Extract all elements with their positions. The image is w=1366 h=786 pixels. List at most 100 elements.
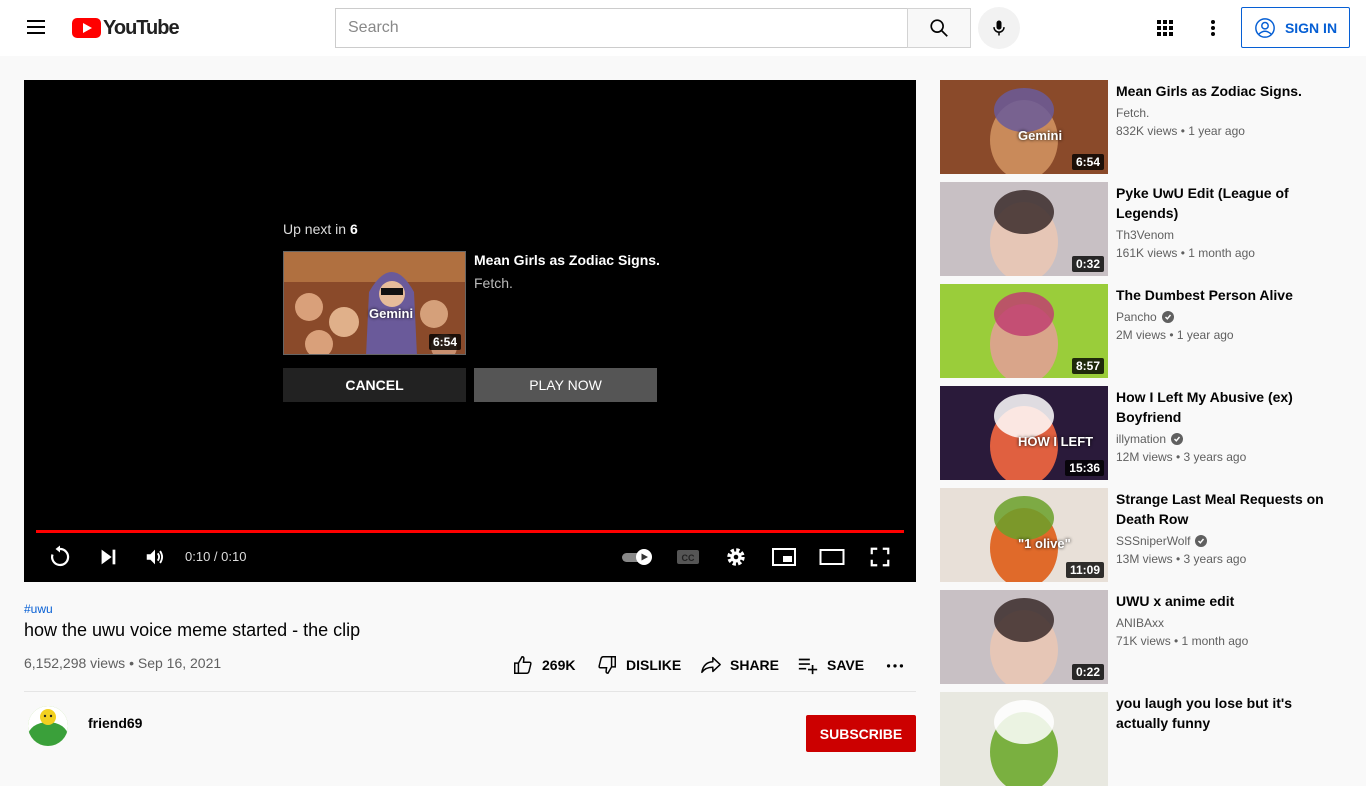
autoplay-toggle[interactable] <box>618 542 658 572</box>
closed-captions-icon: CC <box>677 550 699 564</box>
subtitles-button[interactable]: CC <box>674 542 702 572</box>
recommendation-meta: 12M views • 3 years ago <box>1116 450 1247 464</box>
miniplayer-button[interactable] <box>770 542 798 572</box>
dislike-button[interactable]: DISLIKE <box>596 652 681 678</box>
up-next-thumb-caption: Gemini <box>369 306 414 321</box>
recommendation-thumbnail[interactable]: HOW I LEFT 15:36 <box>940 386 1108 480</box>
like-button[interactable]: 269K <box>512 652 575 678</box>
verified-icon <box>1161 311 1174 323</box>
recommendation-item[interactable]: "1 olive" 11:09 Strange Last Meal Requests… <box>940 488 1340 582</box>
share-icon <box>701 656 721 674</box>
microphone-icon <box>993 20 1005 36</box>
more-horiz-icon <box>886 664 904 668</box>
recommendation-thumb-caption: HOW I LEFT <box>1018 434 1094 449</box>
hashtag-link[interactable]: #uwu <box>24 602 53 616</box>
recommendation-channel-name: Pancho <box>1116 310 1157 324</box>
search-input[interactable]: Search <box>335 8 908 48</box>
voice-search-button[interactable] <box>978 7 1020 49</box>
recommendation-channel-name: Fetch. <box>1116 106 1150 120</box>
recommendation-item[interactable]: HOW I LEFT 15:36 How I Left My Abusive (ex… <box>940 386 1340 480</box>
sign-in-label: SIGN IN <box>1284 19 1338 36</box>
video-player[interactable]: Up next in 6 Gemini 6:54 Mean Girls as Z… <box>24 80 916 582</box>
recommendation-meta: 2M views • 1 year ago <box>1116 328 1234 342</box>
next-button[interactable] <box>94 542 122 572</box>
search-button[interactable] <box>907 8 971 48</box>
recommendation-channel[interactable]: Pancho <box>1116 310 1174 324</box>
recommendation-item[interactable]: 0:22 UWU x anime edit ANIBAxx 71K views • 1… <box>940 590 1340 684</box>
recommendation-thumbnail[interactable] <box>940 692 1108 786</box>
verified-icon <box>1171 433 1184 445</box>
volume-button[interactable] <box>141 542 169 572</box>
cancel-button[interactable]: CANCEL <box>283 368 466 402</box>
recommendation-thumbnail[interactable]: "1 olive" 11:09 <box>940 488 1108 582</box>
recommendation-channel[interactable]: illymation <box>1116 432 1184 446</box>
recommendation-duration: 11:09 <box>1065 562 1104 578</box>
recommendation-channel[interactable]: Fetch. <box>1116 106 1149 120</box>
verified-icon <box>1195 535 1208 547</box>
recommendation-channel[interactable]: ANIBAxx <box>1116 616 1164 630</box>
thumbs-down-icon <box>598 656 616 674</box>
up-next-overlay: Up next in 6 Gemini 6:54 Mean Girls as Z… <box>283 221 663 402</box>
recommendation-thumbnail[interactable]: 0:32 <box>940 182 1108 276</box>
youtube-logo[interactable]: YouTube <box>72 16 180 39</box>
recommendation-duration: 0:22 <box>1071 664 1104 680</box>
recommendation-title[interactable]: How I Left My Abusive (ex) Boyfriend <box>1116 387 1330 427</box>
recommendation-meta: 71K views • 1 month ago <box>1116 634 1249 648</box>
miniplayer-icon <box>772 548 796 566</box>
share-button[interactable]: SHARE <box>700 652 779 678</box>
settings-more-button[interactable] <box>1200 15 1226 41</box>
play-now-button[interactable]: PLAY NOW <box>474 368 657 402</box>
recommendation-thumb-caption: "1 olive" <box>1018 536 1071 551</box>
recommendation-title-line: actually funny <box>1116 715 1211 731</box>
recommendation-item[interactable]: Gemini 6:54 Mean Girls as Zodiac Signs. Fet… <box>940 80 1340 174</box>
save-button[interactable]: SAVE <box>797 652 864 678</box>
recommendation-title[interactable]: Strange Last Meal Requests on Death Row <box>1116 489 1330 529</box>
recommendation-title-line: Legends) <box>1116 205 1179 221</box>
progress-bar[interactable] <box>36 530 904 533</box>
account-icon <box>1255 17 1275 38</box>
autoplay-toggle-icon <box>622 549 652 565</box>
recommendation-title-line: The Dumbest Person Alive <box>1116 287 1293 303</box>
svg-text:CC: CC <box>682 553 695 563</box>
more-actions-button[interactable] <box>884 652 906 678</box>
search-icon <box>930 19 948 37</box>
channel-name[interactable]: friend69 <box>88 715 142 731</box>
sign-in-button[interactable]: SIGN IN <box>1241 7 1350 48</box>
up-next-title[interactable]: Mean Girls as Zodiac Signs. <box>474 252 660 268</box>
recommendation-title[interactable]: Mean Girls as Zodiac Signs. <box>1116 81 1330 101</box>
apps-button[interactable] <box>1152 15 1178 41</box>
recommendation-channel-name: illymation <box>1116 432 1167 446</box>
recommendation-item[interactable]: you laugh you lose but it's actually funn… <box>940 692 1340 786</box>
recommendation-thumbnail[interactable]: 8:57 <box>940 284 1108 378</box>
recommendation-title[interactable]: The Dumbest Person Alive <box>1116 285 1330 305</box>
recommendation-title[interactable]: you laugh you lose but it's actually funn… <box>1116 693 1330 733</box>
time-display: 0:10 / 0:10 <box>185 549 247 564</box>
recommendation-title[interactable]: Pyke UwU Edit (League of Legends) <box>1116 183 1330 223</box>
recommendation-title-line: Mean Girls as Zodiac Signs. <box>1116 83 1302 99</box>
logo-text: YouTube <box>103 16 180 39</box>
theater-mode-icon <box>819 549 845 565</box>
menu-icon[interactable] <box>22 16 50 40</box>
recommendation-title-line: Pyke UwU Edit (League of <box>1116 185 1289 201</box>
recommendation-thumbnail-image <box>940 692 1108 786</box>
subscribe-button[interactable]: SUBSCRIBE <box>806 715 916 752</box>
recommendation-channel[interactable]: SSSniperWolf <box>1116 534 1208 548</box>
recommendation-thumbnail[interactable]: 0:22 <box>940 590 1108 684</box>
view-count-date: 6,152,298 views • Sep 16, 2021 <box>24 655 222 671</box>
settings-button[interactable] <box>722 542 750 572</box>
recommendation-channel[interactable]: Th3Venom <box>1116 228 1174 242</box>
theater-mode-button[interactable] <box>818 542 846 572</box>
recommendation-item[interactable]: 8:57 The Dumbest Person Alive Pancho 2M vie… <box>940 284 1340 378</box>
up-next-thumbnail[interactable]: Gemini 6:54 <box>283 251 466 355</box>
up-next-duration: 6:54 <box>428 334 461 350</box>
recommendation-thumbnail[interactable]: Gemini 6:54 <box>940 80 1108 174</box>
recommendation-duration: 15:36 <box>1065 460 1104 476</box>
recommendation-channel-name: SSSniperWolf <box>1116 534 1191 548</box>
fullscreen-button[interactable] <box>866 542 894 572</box>
channel-avatar[interactable] <box>28 706 68 746</box>
replay-button[interactable] <box>46 542 74 572</box>
dislike-label: DISLIKE <box>626 657 682 673</box>
recommendation-title[interactable]: UWU x anime edit <box>1116 591 1330 611</box>
recommendation-item[interactable]: 0:32 Pyke UwU Edit (League of Legends) Th3V… <box>940 182 1340 276</box>
apps-grid-icon <box>1157 20 1173 36</box>
